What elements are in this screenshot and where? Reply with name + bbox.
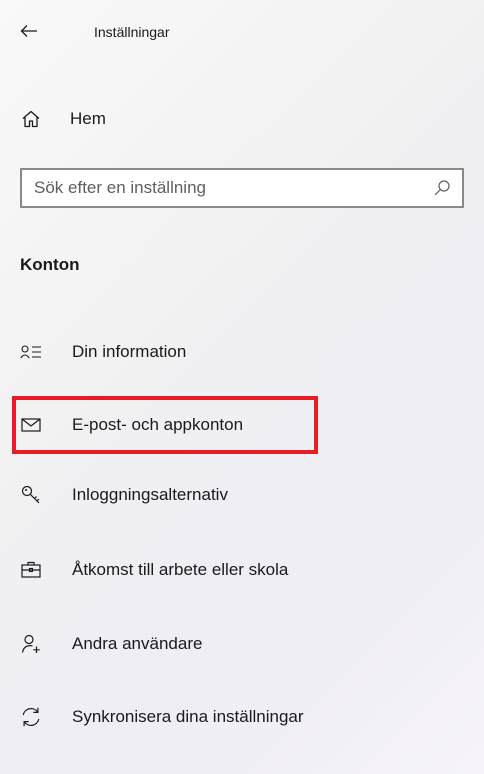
mail-icon — [20, 414, 42, 436]
sync-icon — [20, 706, 42, 728]
nav-item-label: Andra användare — [72, 634, 203, 653]
nav-item-sync-settings[interactable]: Synkronisera dina inställningar — [0, 695, 484, 739]
nav-item-label: E-post- och appkonton — [72, 415, 244, 434]
nav-item-label: Åtkomst till arbete eller skola — [72, 560, 289, 579]
app-title: Inställningar — [94, 24, 170, 40]
search-icon[interactable] — [432, 178, 452, 198]
nav-item-other-users[interactable]: Andra användare — [0, 622, 484, 666]
nav-item-label: Hem — [70, 109, 106, 128]
nav-item-your-info[interactable]: Din information — [0, 330, 484, 374]
nav-item-label: Inloggningsalternativ — [72, 485, 228, 504]
nav-item-label: Synkronisera dina inställningar — [72, 707, 304, 726]
arrow-left-icon — [20, 24, 38, 38]
back-button[interactable] — [14, 16, 44, 46]
person-list-icon — [20, 341, 42, 363]
nav-item-home[interactable]: Hem — [0, 97, 484, 141]
add-person-icon — [20, 633, 42, 655]
section-heading: Konton — [20, 255, 80, 274]
nav-item-email-app-accounts[interactable]: E-post- och appkonton — [0, 403, 484, 447]
briefcase-icon — [20, 559, 42, 581]
nav-item-sign-in-options[interactable]: Inloggningsalternativ — [0, 473, 484, 517]
home-icon — [20, 108, 42, 130]
key-icon — [20, 484, 42, 506]
title-bar: Inställningar — [0, 0, 484, 64]
search-box[interactable] — [20, 168, 464, 208]
search-input[interactable] — [22, 170, 434, 206]
nav-item-label: Din information — [72, 342, 187, 361]
nav-item-work-school-access[interactable]: Åtkomst till arbete eller skola — [0, 548, 484, 592]
